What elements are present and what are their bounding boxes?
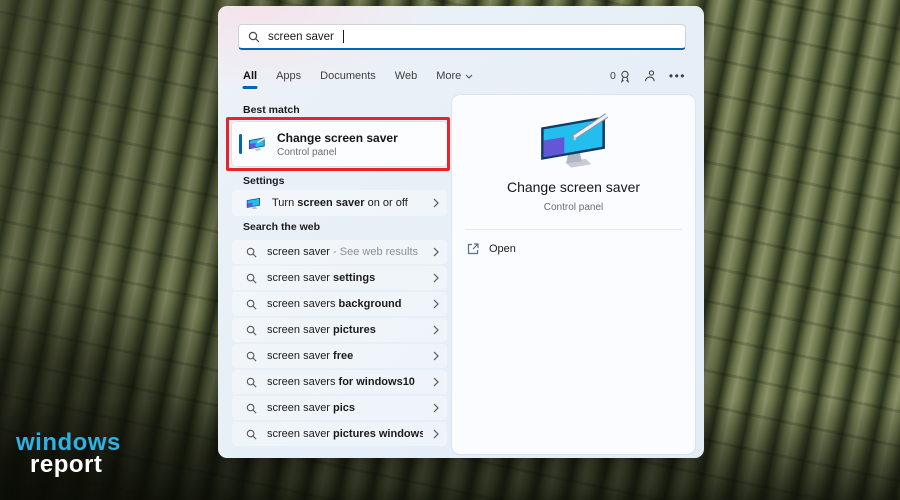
web-suggestion-row[interactable]: screen saver - See web results xyxy=(232,240,447,264)
chevron-right-icon xyxy=(433,429,439,439)
web-suggestion-row[interactable]: screen savers for windows10 xyxy=(232,370,447,394)
search-input[interactable]: screen saver xyxy=(238,24,686,50)
web-suggestion-label: screen savers for windows10 xyxy=(267,376,415,388)
chevron-right-icon xyxy=(433,377,439,387)
chevron-right-icon xyxy=(433,403,439,413)
search-icon xyxy=(246,377,257,388)
search-query-text: screen saver xyxy=(268,30,334,43)
account-icon[interactable] xyxy=(644,70,656,82)
web-suggestion-label: screen saver pics xyxy=(267,402,356,414)
section-label-settings: Settings xyxy=(243,175,285,187)
rewards-medal-icon xyxy=(619,70,631,83)
tab-documents[interactable]: Documents xyxy=(320,70,376,82)
best-match-text: Change screen saver Control panel xyxy=(277,131,398,158)
web-suggestion-label: screen savers background xyxy=(267,298,402,310)
preview-title: Change screen saver xyxy=(506,179,641,195)
web-suggestion-label: screen saver pictures xyxy=(267,324,376,336)
tab-more[interactable]: More xyxy=(436,70,473,82)
web-suggestion-row[interactable]: screen saver settings xyxy=(232,266,447,290)
web-suggestion-label: screen saver free xyxy=(267,350,354,362)
search-icon xyxy=(246,247,257,258)
open-external-icon xyxy=(467,243,479,255)
section-label-search-the-web: Search the web xyxy=(243,221,321,233)
search-icon xyxy=(246,325,257,336)
selection-accent-bar xyxy=(239,134,242,154)
open-action-button[interactable]: Open xyxy=(452,230,695,255)
logo-line-report: report xyxy=(30,451,103,479)
search-icon xyxy=(246,403,257,414)
search-icon xyxy=(246,273,257,284)
web-suggestion-label: screen saver - See web results xyxy=(267,246,419,258)
more-options-icon[interactable]: ••• xyxy=(669,69,686,83)
search-icon xyxy=(248,31,260,43)
web-suggestion-row[interactable]: screen saver free xyxy=(232,344,447,368)
windows-report-logo: windows report xyxy=(16,430,121,479)
settings-result-label: Turn screen saver on or off xyxy=(272,197,408,209)
screen-saver-monitor-icon xyxy=(248,136,267,152)
tab-web[interactable]: Web xyxy=(395,70,417,82)
chevron-right-icon xyxy=(433,325,439,335)
search-toolbar-icons: 0 ••• xyxy=(610,69,686,83)
search-icon xyxy=(246,299,257,310)
best-match-title: Change screen saver xyxy=(277,130,398,145)
rewards-count: 0 xyxy=(610,70,616,82)
chevron-right-icon xyxy=(433,273,439,283)
chevron-down-icon xyxy=(465,74,473,79)
web-suggestion-label: screen saver pictures windows 10 xyxy=(267,428,423,440)
search-icon xyxy=(246,429,257,440)
screen-saver-monitor-icon-large xyxy=(452,113,695,171)
search-icon xyxy=(246,351,257,362)
web-suggestion-row[interactable]: screen savers background xyxy=(232,292,447,316)
web-suggestion-row[interactable]: screen saver pics xyxy=(232,396,447,420)
preview-subtitle: Control panel xyxy=(543,202,604,213)
web-suggestion-label: screen saver settings xyxy=(267,272,376,284)
open-action-label: Open xyxy=(489,243,516,255)
chevron-right-icon xyxy=(433,247,439,257)
search-filter-tabs: All Apps Documents Web More 0 ••• xyxy=(243,67,686,85)
web-suggestion-row[interactable]: screen saver pictures windows 10 xyxy=(232,422,447,446)
rewards-button[interactable]: 0 xyxy=(610,70,631,83)
chevron-right-icon xyxy=(433,299,439,309)
best-match-subtitle: Control panel xyxy=(277,146,337,158)
tab-apps[interactable]: Apps xyxy=(276,70,301,82)
chevron-right-icon xyxy=(433,351,439,361)
tab-all[interactable]: All xyxy=(243,70,257,82)
web-suggestion-row[interactable]: screen saver pictures xyxy=(232,318,447,342)
text-caret xyxy=(342,30,344,43)
best-match-result[interactable]: Change screen saver Control panel xyxy=(232,122,447,166)
chevron-right-icon xyxy=(433,198,439,208)
preview-pane: Change screen saver Control panel Open xyxy=(452,95,695,454)
screen-saver-settings-icon xyxy=(246,197,262,210)
section-label-best-match: Best match xyxy=(243,104,300,116)
tab-more-label: More xyxy=(436,70,462,82)
settings-result-row[interactable]: Turn screen saver on or off xyxy=(232,190,447,216)
search-flyout-panel: screen saver All Apps Documents Web More… xyxy=(218,6,704,458)
desktop: { "wallpaper_logo": { "line1": "windows"… xyxy=(0,0,900,500)
